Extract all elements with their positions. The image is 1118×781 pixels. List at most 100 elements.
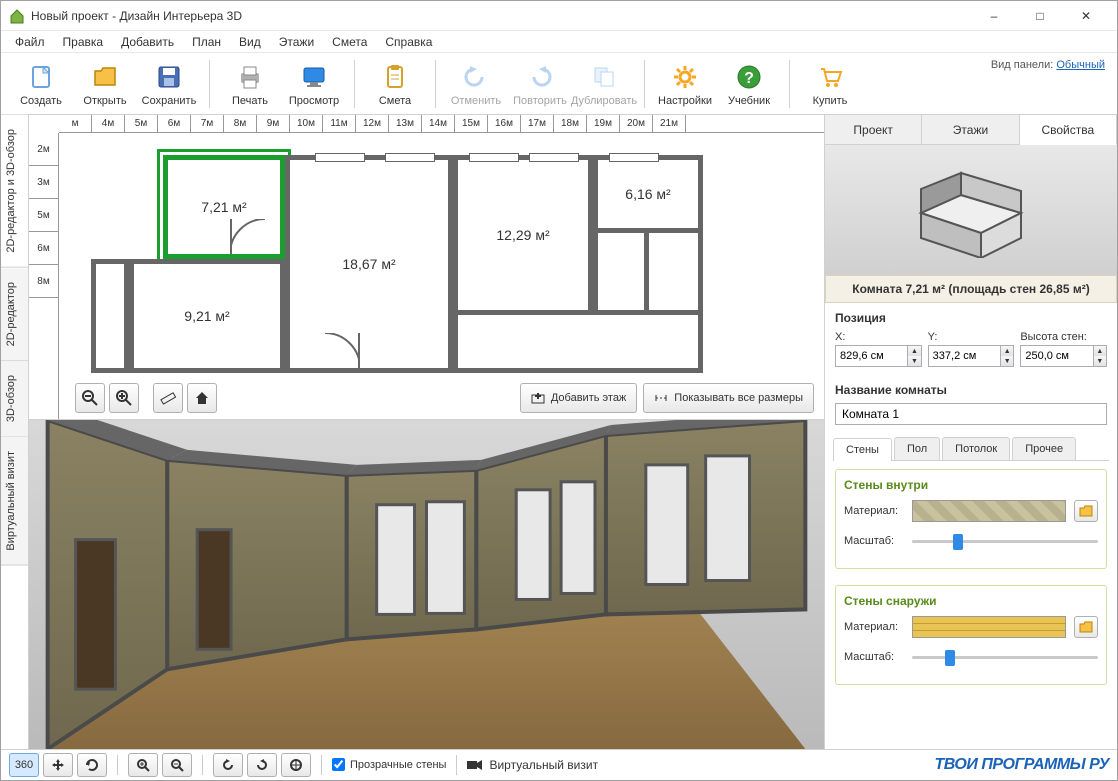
subtabs: СтеныПолПотолокПрочее [833,437,1109,461]
corridor[interactable] [453,315,703,373]
menu-Смета[interactable]: Смета [324,33,375,51]
virtual-visit-button[interactable]: Виртуальный визит [467,758,598,772]
folder-icon [91,61,119,93]
toolbar-help-button[interactable]: ?Учебник [717,56,781,112]
y-input[interactable]: ▲▼ [928,345,1015,367]
monitor-icon [300,61,328,93]
x-input[interactable]: ▲▼ [835,345,922,367]
height-input[interactable]: ▲▼ [1020,345,1107,367]
room-small[interactable] [593,233,649,315]
window-title: Новый проект - Дизайн Интерьера 3D [31,9,971,23]
menu-План[interactable]: План [184,33,229,51]
scale-slider-outside[interactable] [912,646,1098,668]
room-selected[interactable]: 7,21 м² [163,155,285,259]
measure-button[interactable] [153,383,183,413]
redo-3d-button[interactable] [247,753,277,777]
scale-label: Масштаб: [844,651,904,663]
menu-Справка[interactable]: Справка [377,33,440,51]
toolbar-preview-button[interactable]: Просмотр [282,56,346,112]
menu-Этажи[interactable]: Этажи [271,33,322,51]
zoom-out-button[interactable] [75,383,105,413]
zoom-out-3d-button[interactable] [162,753,192,777]
menu-Вид[interactable]: Вид [231,33,269,51]
material-swatch-outside[interactable] [912,616,1066,638]
side-tab-2[interactable]: 3D-обзор [1,361,28,437]
orbit-360-button[interactable]: 360 [9,753,39,777]
toolbar: СоздатьОткрытьСохранить ПечатьПросмотр Сме… [1,53,1117,115]
walls-inside-title: Стены внутри [844,478,1098,492]
help-icon: ? [735,61,763,93]
window-mark [315,153,365,162]
transparent-walls-checkbox[interactable]: Прозрачные стены [332,758,446,771]
menu-Файл[interactable]: Файл [7,33,53,51]
panel-mode: Вид панели: Обычный [991,59,1105,71]
subtab-Прочее[interactable]: Прочее [1012,437,1076,460]
watermark: ТВОИ ПРОГРАММЫ РУ [935,756,1110,774]
toolbar-settings-button[interactable]: Настройки [653,56,717,112]
toolbar-open-button[interactable]: Открыть [73,56,137,112]
clipboard-icon [381,61,409,93]
printer-icon [236,61,264,93]
workspace: м4м5м6м7м8м9м10м11м12м13м14м15м16м17м18м… [29,115,825,749]
subtab-Потолок[interactable]: Потолок [942,437,1010,460]
maximize-button[interactable]: □ [1017,1,1063,31]
toolbar-estimate-button[interactable]: Смета [363,56,427,112]
minimize-button[interactable]: – [971,1,1017,31]
scale-slider-inside[interactable] [912,530,1098,552]
plan-2d[interactable]: м4м5м6м7м8м9м10м11м12м13м14м15м16м17м18м… [29,115,824,420]
walls-outside-group: Стены снаружи Материал: Масштаб: [835,585,1107,685]
undo-3d-button[interactable] [213,753,243,777]
cart-icon [816,61,844,93]
toolbar-redo-button: Повторить [508,56,572,112]
toolbar-create-button[interactable]: Создать [9,56,73,112]
pan-button[interactable] [43,753,73,777]
zoom-in-button[interactable] [109,383,139,413]
right-tab-Свойства[interactable]: Свойства [1020,115,1117,145]
home-button[interactable] [187,383,217,413]
zoom-in-3d-button[interactable] [128,753,158,777]
toolbar-buy-button[interactable]: Купить [798,56,862,112]
room[interactable]: 9,21 м² [129,259,285,373]
side-tab-1[interactable]: 2D-редактор [1,268,28,361]
material-browse-button[interactable] [1074,500,1098,522]
room-info: Комната 7,21 м² (площадь стен 26,85 м²) [825,275,1117,303]
rotate-button[interactable] [77,753,107,777]
show-dimensions-button[interactable]: Показывать все размеры [643,383,814,413]
undo-icon [462,61,490,93]
close-button[interactable]: ✕ [1063,1,1109,31]
redo-icon [526,61,554,93]
right-tab-Проект[interactable]: Проект [825,115,922,144]
room-name-input[interactable] [835,403,1107,425]
room[interactable]: 18,67 м² [285,155,453,373]
position-section: Позиция X: ▲▼ Y: ▲▼ Высота стен: ▲▼ [825,303,1117,375]
reset-view-button[interactable] [281,753,311,777]
side-tab-0[interactable]: 2D-редактор и 3D-обзор [1,115,28,268]
side-tab-3[interactable]: Виртуальный визит [1,437,28,566]
room-small[interactable] [649,233,703,315]
svg-text:?: ? [744,70,754,87]
toolbar-print-button[interactable]: Печать [218,56,282,112]
y-label: Y: [928,331,1015,343]
room[interactable]: 12,29 м² [453,155,593,315]
subtab-Пол[interactable]: Пол [894,437,940,460]
side-tabs: 2D-редактор и 3D-обзор2D-редактор3D-обзо… [1,115,29,749]
bottom-toolbar: 360 Прозрачные стены Виртуальный визит Т… [1,749,1117,779]
subtab-Стены[interactable]: Стены [833,438,892,461]
right-tab-Этажи[interactable]: Этажи [922,115,1019,144]
plan-tools [75,383,217,413]
material-browse-button[interactable] [1074,616,1098,638]
menu-Правка[interactable]: Правка [55,33,112,51]
panel-mode-link[interactable]: Обычный [1056,59,1105,71]
add-floor-button[interactable]: Добавить этаж [520,383,637,413]
menu-Добавить[interactable]: Добавить [113,33,182,51]
room-stub[interactable] [91,259,129,373]
material-label: Материал: [844,505,904,517]
walls-outside-title: Стены снаружи [844,594,1098,608]
window-mark [385,153,435,162]
position-heading: Позиция [835,311,1107,325]
room[interactable]: 6,16 м² [593,155,703,233]
toolbar-save-button[interactable]: Сохранить [137,56,201,112]
view-3d[interactable] [29,420,824,749]
toolbar-dup-button: Дублировать [572,56,636,112]
material-swatch-inside[interactable] [912,500,1066,522]
